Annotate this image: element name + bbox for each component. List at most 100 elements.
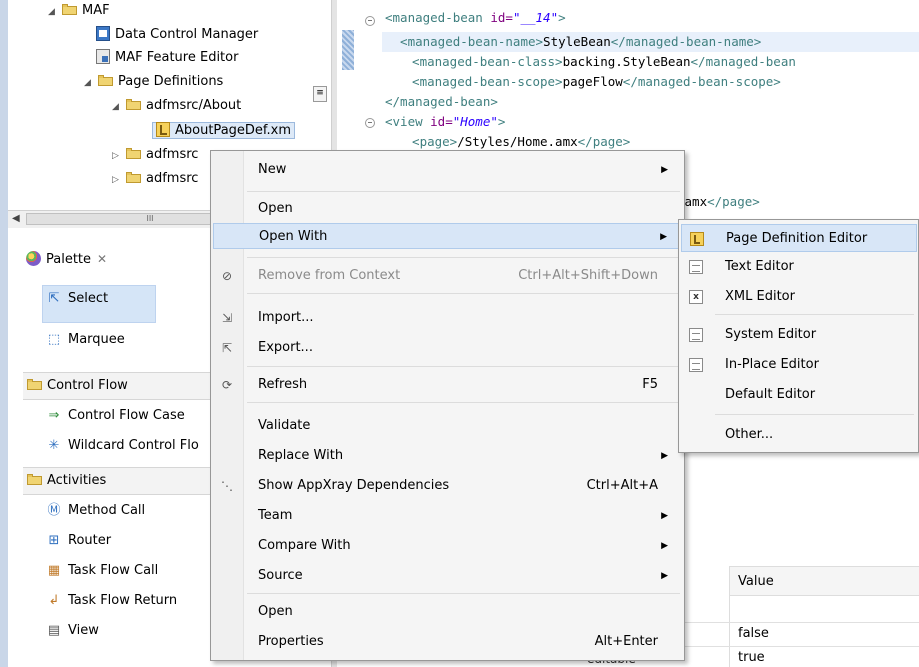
menu-item-validate[interactable]: Validate [213,413,682,439]
code-line: <view id="Home"> [385,112,505,132]
task-flow-call-icon: ▦ [47,563,61,578]
menu-separator [247,402,680,403]
text-document-icon [689,260,703,274]
tree-item-aboutpagedef[interactable]: AboutPageDef.xm [152,120,296,142]
palette-view-tab[interactable]: Palette ✕ [8,245,208,273]
palette-tool-select[interactable]: ⇱ Select [46,288,109,310]
menu-item-export[interactable]: ⇱ Export... [213,335,682,361]
menu-separator [715,414,914,415]
submenu-item-system-editor[interactable]: System Editor [681,321,917,349]
menu-item-source[interactable]: Source ▶ [213,563,682,589]
menu-separator [715,314,914,315]
scroll-left-icon[interactable]: ◀ [12,213,20,224]
import-icon: ⇲ [221,311,233,325]
arrow-cursor-icon: ⇱ [48,291,60,306]
submenu-item-default-editor[interactable]: Default Editor [681,381,917,409]
tree-item-label: MAF Feature Editor [115,50,239,65]
menu-item-compare-with[interactable]: Compare With ▶ [213,533,682,559]
expand-twisty-icon[interactable]: ◢ [48,1,58,23]
palette-tool-marquee[interactable]: ⬚ Marquee [46,329,125,351]
menu-item-import[interactable]: ⇲ Import... [213,305,682,331]
palette-item-router[interactable]: ⊞ Router [46,530,112,552]
tree-item-page-definitions[interactable]: ◢ Page Definitions [84,71,223,93]
menu-item-shortcut: Ctrl+Alt+Shift+Down [518,268,658,283]
submenu-item-text-editor[interactable]: Text Editor [681,253,917,281]
palette-item-method-call[interactable]: Ⓜ Method Call [46,500,145,522]
expand-twisty-icon[interactable]: ◢ [84,72,94,94]
tree-item-maf[interactable]: ◢ MAF [48,0,110,22]
code-token: <view [385,114,431,129]
fold-collapse-icon[interactable] [365,16,375,26]
code-token: <managed-bean-class> [397,54,563,69]
property-value-cell[interactable]: false [738,626,769,641]
submenu-item-xml-editor[interactable]: x XML Editor [681,283,917,311]
menu-item-open[interactable]: Open [213,599,682,625]
expand-twisty-icon[interactable]: ◢ [112,96,122,118]
menu-item-open[interactable]: Open [213,196,682,222]
palette-item-view[interactable]: ▤ View [46,620,99,642]
property-value-cell[interactable]: true [738,650,765,665]
menu-item-refresh[interactable]: ⟳ Refresh F5 [213,372,682,398]
tree-item-adfmsrc-about[interactable]: ◢ adfmsrc/About [112,95,241,117]
code-line: <managed-bean-scope>pageFlow</managed-be… [397,72,781,92]
folder-icon [126,172,142,183]
menu-item-team[interactable]: Team ▶ [213,503,682,529]
code-token: <managed-bean-scope> [397,74,563,89]
submenu-arrow-icon: ▶ [661,165,668,175]
menu-separator [247,593,680,594]
menu-item-label: Refresh [258,377,308,392]
menu-item-open-with[interactable]: Open With ▶ [213,223,682,249]
palette-icon [26,251,41,266]
menu-separator [247,293,680,294]
submenu-item-other[interactable]: Other... [681,421,917,449]
page-definition-icon [690,232,704,246]
palette-item-task-flow-call[interactable]: ▦ Task Flow Call [46,560,158,582]
menu-item-shortcut: F5 [642,377,658,392]
tree-item-label: Data Control Manager [115,27,259,42]
menu-item-label: Replace With [258,448,344,463]
submenu-arrow-icon: ▶ [661,451,668,461]
palette-tool-label: Marquee [68,332,125,347]
feature-editor-icon [96,49,110,64]
tree-item-maf-feature-editor[interactable]: MAF Feature Editor [96,47,238,69]
palette-item-control-flow-case[interactable]: ⇒ Control Flow Case [46,405,185,427]
collapse-twisty-icon[interactable]: ▷ [112,145,122,167]
tree-item-data-control-manager[interactable]: Data Control Manager [96,24,258,46]
menu-item-label: Source [258,568,303,583]
submenu-item-page-definition-editor[interactable]: Page Definition Editor [681,224,917,252]
tree-item-adfmsrc-1[interactable]: ▷ adfmsrc [112,144,198,166]
menu-item-label: Compare With [258,538,351,553]
palette-drawer-activities[interactable]: Activities [23,467,211,495]
close-tab-icon[interactable]: ✕ [97,252,107,266]
palette-item-label: Wildcard Control Flo [68,438,199,453]
menu-item-show-appxray-dependencies[interactable]: ⋱ Show AppXray Dependencies Ctrl+Alt+A [213,473,682,499]
tree-item-adfmsrc-2[interactable]: ▷ adfmsrc [112,168,198,190]
menu-item-label: Open With [259,229,328,244]
fold-collapse-icon[interactable] [365,118,375,128]
collapse-twisty-icon[interactable]: ▷ [112,169,122,191]
overview-ruler [342,30,354,70]
menu-item-properties[interactable]: Properties Alt+Enter [213,629,682,655]
palette-item-label: View [68,623,99,638]
palette-item-label: Method Call [68,503,146,518]
menu-item-label: Properties [258,634,324,649]
code-line: <managed-bean-class>backing.StyleBean</m… [397,52,796,72]
code-token: /Styles/Home.amx [457,134,578,149]
submenu-arrow-icon: ▶ [661,511,668,521]
menu-separator [247,257,680,258]
folder-icon [126,99,142,110]
code-token: > [558,10,566,25]
palette-item-wildcard-control-flo[interactable]: ✳ Wildcard Control Flo [46,435,199,457]
palette-drawer-control-flow[interactable]: Control Flow [23,372,211,400]
submenu-item-in-place-editor[interactable]: In-Place Editor [681,351,917,379]
tree-item-label: adfmsrc [146,147,199,162]
menu-item-replace-with[interactable]: Replace With ▶ [213,443,682,469]
code-token: backing.StyleBean [562,54,691,69]
menu-item-shortcut: Alt+Enter [594,634,658,649]
code-token: <page> [397,134,458,149]
code-token: "__14" [512,10,559,25]
menu-item-new[interactable]: New ▶ [213,157,682,183]
palette-item-task-flow-return[interactable]: ↲ Task Flow Return [46,590,178,612]
tree-item-label: adfmsrc [146,171,199,186]
code-line: <managed-bean id="__14"> [385,8,566,28]
